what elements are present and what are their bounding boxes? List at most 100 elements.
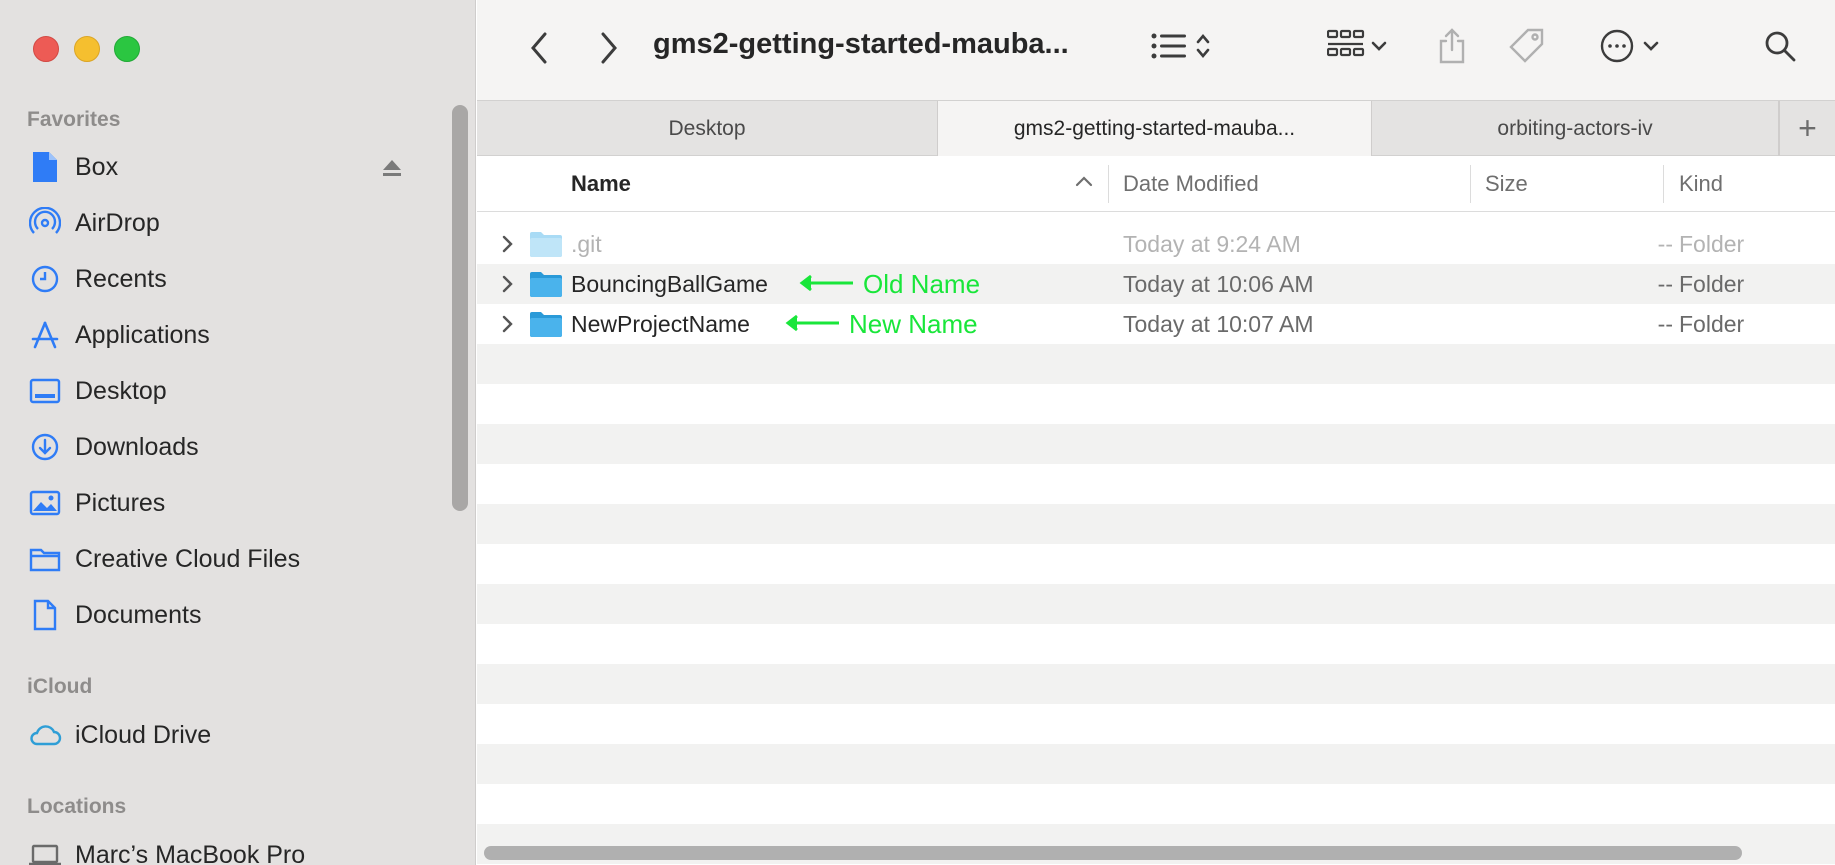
pictures-icon [28,486,62,520]
file-list: .git Today at 9:24 AM -- Folder Bouncing… [477,224,1835,344]
folder-icon [529,230,563,258]
search-button[interactable] [1757,26,1803,70]
forward-button[interactable] [589,26,629,70]
sidebar-item-recents[interactable]: Recents [28,257,428,301]
locations-section-label: Locations [27,795,127,818]
share-icon [1437,27,1467,70]
column-date-modified[interactable]: Date Modified [1123,157,1259,211]
arrow-left-icon [799,269,855,300]
sidebar-item-icloud-drive[interactable]: iCloud Drive [28,713,428,757]
back-button[interactable] [519,26,559,70]
icloud-section-label: iCloud [27,675,93,698]
laptop-icon [28,838,62,865]
favorites-section-label: Favorites [27,108,121,131]
tab-desktop[interactable]: Desktop [477,101,938,156]
sidebar-item-desktop[interactable]: Desktop [28,369,428,413]
eject-icon[interactable] [380,156,404,180]
new-tab-button[interactable]: + [1779,101,1835,156]
view-options-button[interactable] [1141,26,1221,70]
column-divider[interactable] [1663,165,1664,203]
column-divider[interactable] [1470,165,1471,203]
sidebar-item-box[interactable]: Box [28,145,428,189]
empty-row-stripe [477,504,1835,544]
sidebar-item-label: Desktop [75,376,167,405]
grid-group-icon [1326,29,1365,68]
sidebar-item-label: Documents [75,600,202,629]
plus-icon: + [1798,110,1817,146]
sidebar-item-label: Box [75,152,119,181]
horizontal-scrollbar[interactable] [484,846,1742,860]
sidebar-item-label: Marc’s MacBook Pro [75,840,306,865]
applications-icon [28,318,62,352]
disclosure-chevron-icon[interactable] [499,234,515,254]
zoom-window-button[interactable] [114,36,140,62]
annotation-label: Old Name [863,269,981,299]
empty-row-stripe [477,584,1835,624]
annotation-label: New Name [849,309,978,339]
column-header: Name Date Modified Size Kind [477,157,1835,212]
sort-ascending-icon[interactable] [1075,174,1093,192]
tab-bar: Desktop gms2-getting-started-mauba... or… [477,100,1835,156]
cloud-icon [28,718,62,752]
sidebar-item-label: Applications [75,320,210,349]
column-divider[interactable] [1108,165,1109,203]
sidebar-item-applications[interactable]: Applications [28,313,428,357]
empty-row-stripe [477,344,1835,384]
window-title: gms2-getting-started-mauba... [653,28,1069,60]
annotation-old-name: Old Name [799,269,980,300]
sidebar: Favorites Box AirDrop Recents Applicatio… [0,0,476,865]
disclosure-chevron-icon[interactable] [499,274,515,294]
group-by-button[interactable] [1319,26,1395,70]
column-name[interactable]: Name [571,157,631,211]
folder-icon [529,310,563,338]
download-icon [28,430,62,464]
column-kind[interactable]: Kind [1679,157,1723,211]
empty-row-stripe [477,424,1835,464]
document-icon [28,598,62,632]
minimize-window-button[interactable] [74,36,100,62]
desktop-icon [28,374,62,408]
file-row-bouncingballgame[interactable]: BouncingBallGame Old Name Today at 10:06… [477,264,1835,304]
sidebar-item-pictures[interactable]: Pictures [28,481,428,525]
tab-orbiting-actors-iv[interactable]: orbiting-actors-iv [1372,101,1779,156]
file-kind: Folder [1679,311,1745,337]
sidebar-item-documents[interactable]: Documents [28,593,428,637]
sidebar-item-label: Pictures [75,488,166,517]
folder-icon [28,542,62,576]
arrow-left-icon [785,309,841,340]
file-name: BouncingBallGame [571,271,768,297]
box-doc-icon [28,150,62,184]
toolbar: gms2-getting-started-mauba... [477,0,1835,100]
disclosure-chevron-icon[interactable] [499,314,515,334]
tags-button[interactable] [1503,24,1551,72]
sidebar-item-label: Downloads [75,432,199,461]
file-date: Today at 10:06 AM [1123,271,1314,297]
sidebar-item-label: Creative Cloud Files [75,544,301,573]
sidebar-item-creative-cloud-files[interactable]: Creative Cloud Files [28,537,428,581]
ellipsis-circle-icon [1599,28,1635,69]
column-size[interactable]: Size [1485,157,1528,211]
empty-row-stripe [477,744,1835,784]
sidebar-item-downloads[interactable]: Downloads [28,425,428,469]
file-row-git[interactable]: .git Today at 9:24 AM -- Folder [477,224,1835,264]
clock-icon [28,262,62,296]
sidebar-item-airdrop[interactable]: AirDrop [28,201,428,245]
sidebar-scrollbar[interactable] [452,105,468,511]
file-date: Today at 9:24 AM [1123,231,1301,257]
chevron-down-icon [1643,39,1659,57]
annotation-new-name: New Name [785,309,978,340]
action-menu-button[interactable] [1589,26,1669,70]
close-window-button[interactable] [33,36,59,62]
file-kind: Folder [1679,271,1745,297]
list-view-icon [1151,31,1187,66]
file-size: -- [1657,231,1673,257]
file-name: NewProjectName [571,311,750,337]
sidebar-item-macbook[interactable]: Marc’s MacBook Pro [28,833,428,865]
file-date: Today at 10:07 AM [1123,311,1314,337]
tab-gms2-getting-started[interactable]: gms2-getting-started-mauba... [938,101,1372,156]
sidebar-item-label: Recents [75,264,167,293]
sidebar-item-label: AirDrop [75,208,160,237]
file-row-newprojectname[interactable]: NewProjectName New Name Today at 10:07 A… [477,304,1835,344]
share-button[interactable] [1429,24,1475,72]
tag-icon [1508,27,1546,70]
